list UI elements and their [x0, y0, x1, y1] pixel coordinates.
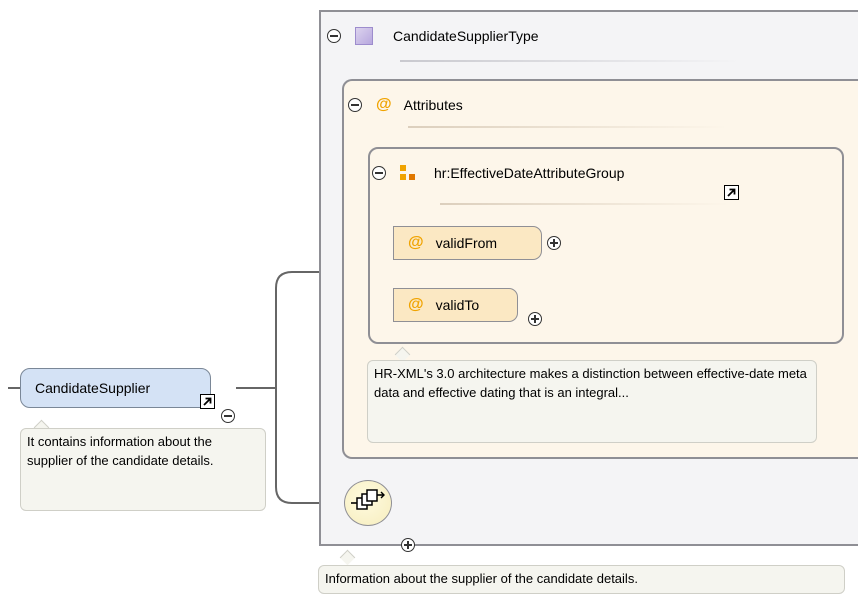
collapse-attributes-button[interactable]: [348, 98, 362, 112]
attribute-name: validTo: [435, 297, 480, 313]
expand-sequence-button[interactable]: [401, 538, 415, 552]
attribute-name: validFrom: [435, 235, 498, 251]
attribute-validto[interactable]: @ validTo: [393, 288, 518, 322]
attribute-icon: @: [408, 296, 424, 313]
collapse-element-button[interactable]: [221, 409, 235, 423]
type-header-divider: [400, 60, 740, 62]
expand-validto-button[interactable]: [528, 312, 542, 326]
attributes-header: @ Attributes: [348, 92, 463, 118]
element-name: CandidateSupplier: [35, 380, 151, 396]
attributes-header-divider: [408, 126, 728, 128]
attribute-group-header: hr:EffectiveDateAttributeGroup: [372, 160, 624, 186]
collapse-attribute-group-button[interactable]: [372, 166, 386, 180]
attribute-group-icon: [400, 165, 416, 181]
attribute-group-header-divider: [440, 203, 730, 205]
expand-validfrom-button[interactable]: [547, 236, 561, 250]
collapse-type-button[interactable]: [327, 29, 341, 43]
attribute-group-name[interactable]: hr:EffectiveDateAttributeGroup: [434, 165, 624, 181]
sequence-compositor[interactable]: [344, 480, 392, 526]
attribute-icon: @: [408, 234, 424, 251]
attributes-label: Attributes: [403, 97, 463, 113]
complex-type-header: CandidateSupplierType: [327, 22, 539, 50]
complex-type-icon: [355, 27, 373, 45]
attribute-icon: @: [376, 96, 392, 113]
attribute-group-reference-link-icon[interactable]: [724, 185, 739, 200]
element-candidatesupplier[interactable]: CandidateSupplier: [20, 368, 211, 408]
complex-type-name: CandidateSupplierType: [393, 28, 539, 44]
sequence-compositor-icon: [351, 489, 385, 510]
element-annotation: It contains information about the suppli…: [20, 428, 266, 511]
type-annotation: Information about the supplier of the ca…: [318, 565, 845, 594]
attribute-validfrom[interactable]: @ validFrom: [393, 226, 542, 260]
attribute-group-annotation: HR-XML's 3.0 architecture makes a distin…: [367, 360, 817, 443]
element-reference-link-icon[interactable]: [200, 394, 215, 409]
